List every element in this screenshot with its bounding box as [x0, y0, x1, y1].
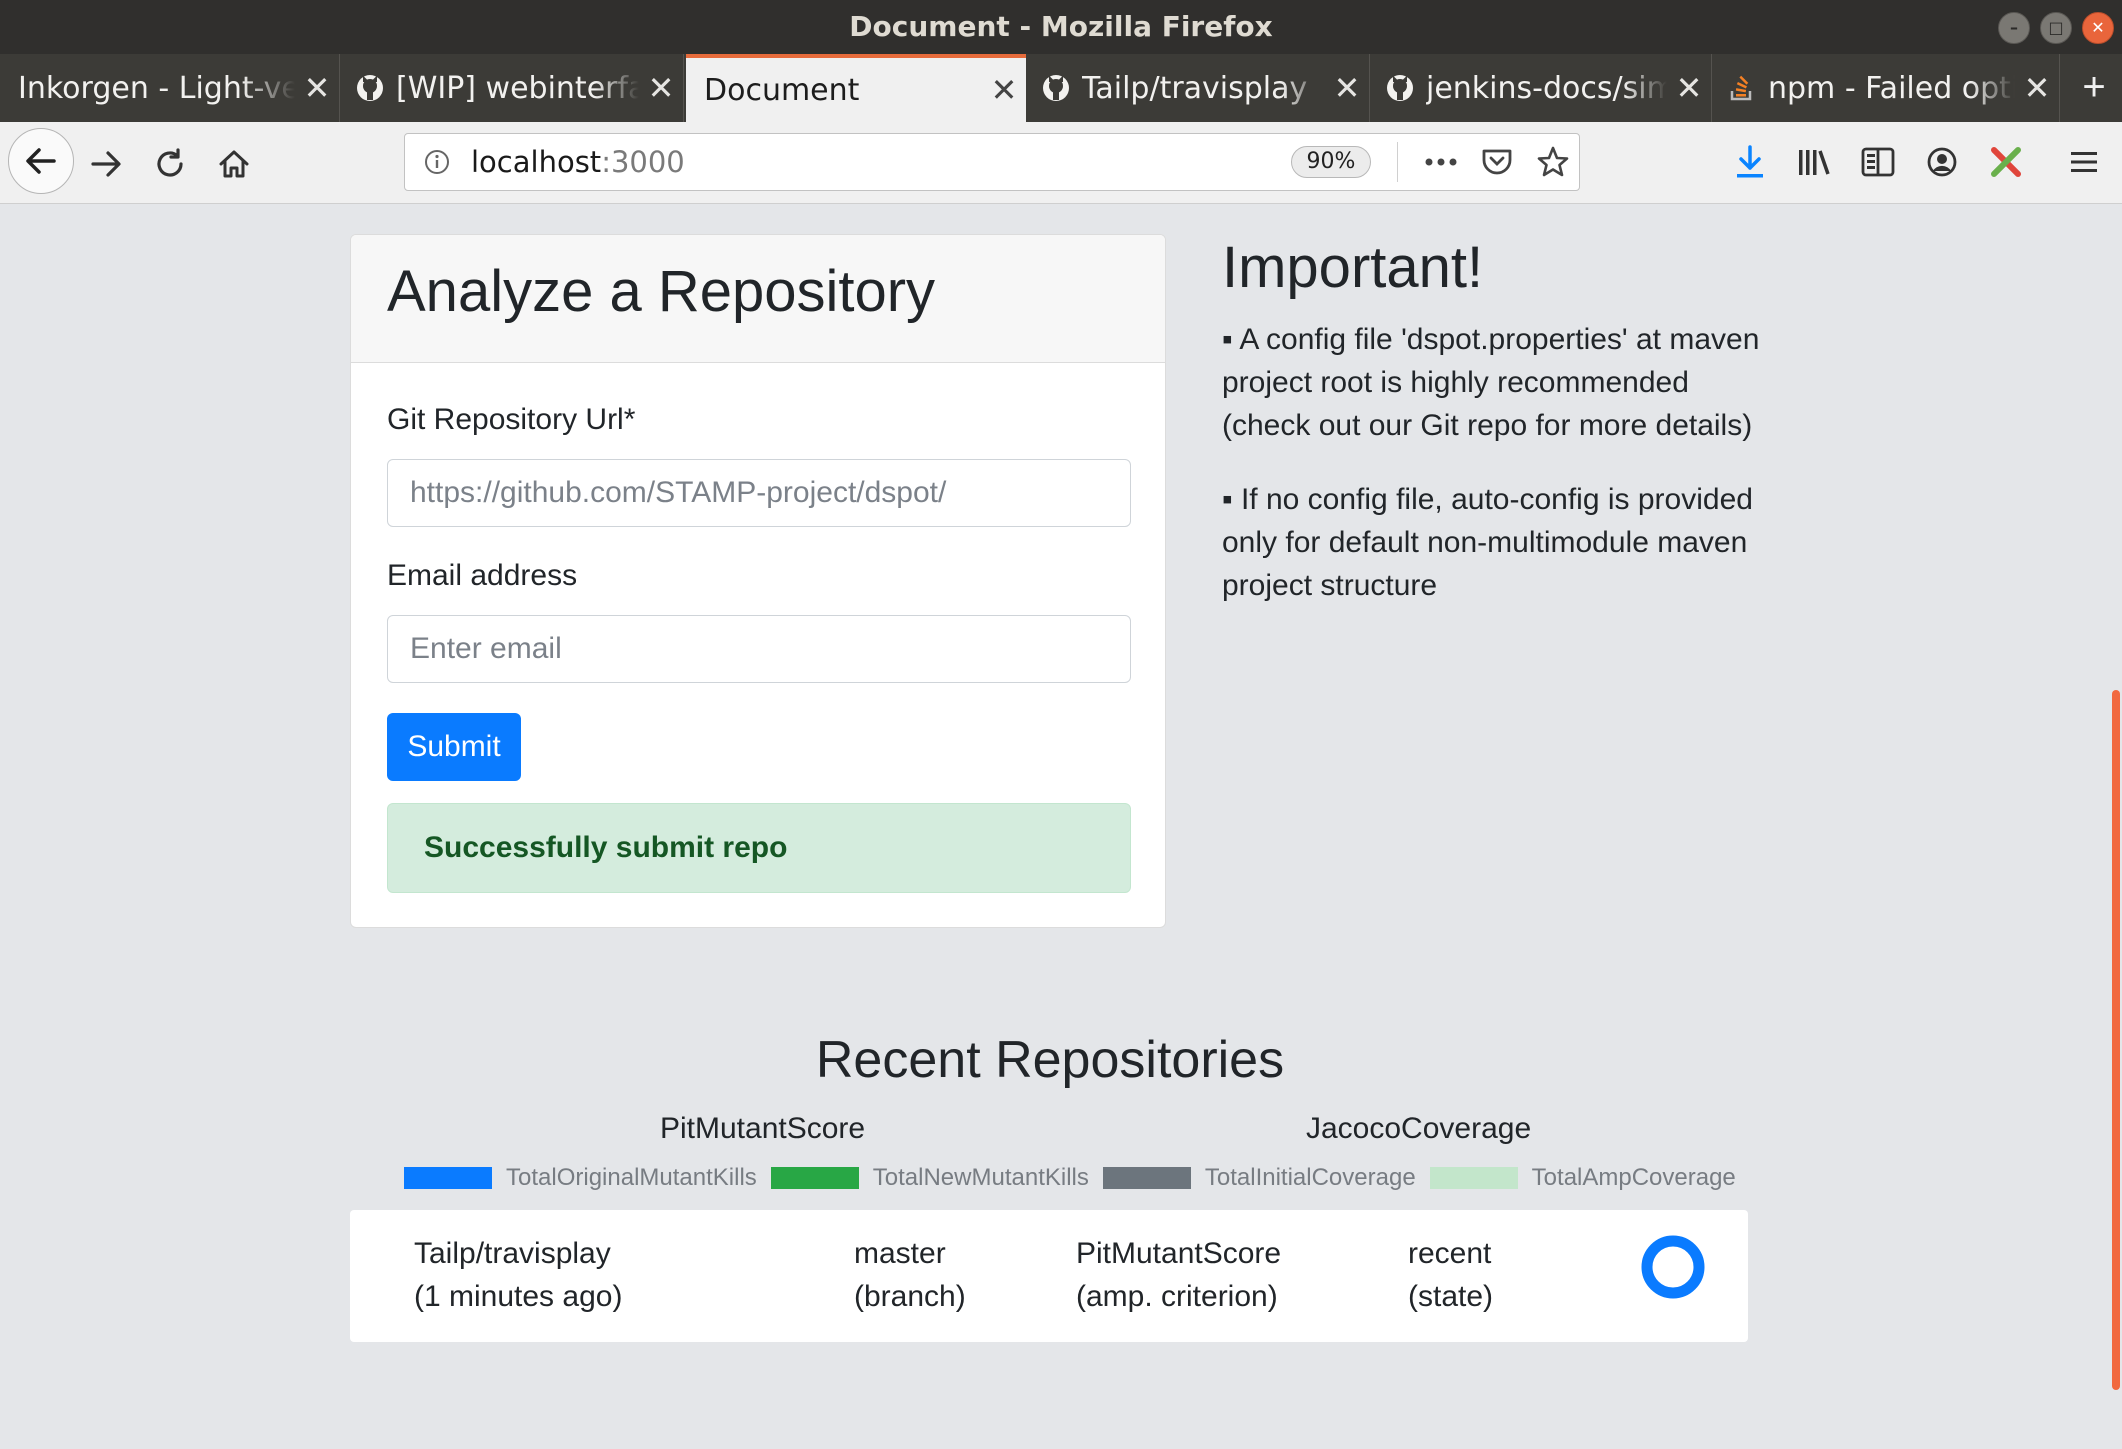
url-text[interactable]: localhost:3000	[471, 134, 685, 190]
legend-label: TotalInitialCoverage	[1204, 1164, 1416, 1191]
close-tab-icon[interactable]: ✕	[982, 71, 1026, 109]
repo-url-input[interactable]	[387, 459, 1131, 527]
repo-state-caption: (state)	[1408, 1280, 1494, 1313]
recent-repositories-heading: Recent Repositories	[815, 1031, 1285, 1089]
tab-label: Tailp/travisplay	[1082, 70, 1308, 106]
legend-swatch-initial-coverage[interactable]	[1102, 1167, 1191, 1189]
close-window-icon[interactable]: ✕	[2082, 12, 2114, 44]
zoom-level-badge[interactable]: 90%	[1291, 146, 1371, 178]
legend-label: TotalAmpCoverage	[1531, 1164, 1736, 1191]
repo-branch-caption: (branch)	[854, 1280, 966, 1313]
library-icon[interactable]	[1794, 142, 1834, 182]
tab-label: Inkorgen - Light-version	[18, 70, 295, 106]
legend-label: TotalOriginalMutantKills	[506, 1164, 757, 1191]
bookmark-star-icon[interactable]	[1533, 144, 1573, 180]
tab-webinterface[interactable]: [WIP] webinterface ✕	[342, 54, 684, 122]
extension-icon[interactable]	[1986, 142, 2026, 182]
close-tab-icon[interactable]: ✕	[1667, 69, 1711, 107]
legend-label: TotalNewMutantKills	[872, 1164, 1089, 1191]
repo-state: recent	[1408, 1237, 1492, 1270]
legend-swatch-amp-coverage[interactable]	[1429, 1167, 1518, 1189]
tab-label: Document	[704, 72, 860, 108]
important-note-autoconfig: ▪ If no config file, auto-config is prov…	[1222, 483, 1753, 602]
maximize-icon[interactable]: □	[2040, 12, 2072, 44]
jacoco-coverage-title: JacocoCoverage	[1306, 1112, 1532, 1145]
legend-swatch-original-kills[interactable]	[404, 1167, 492, 1189]
stackoverflow-icon	[1726, 72, 1758, 104]
tab-document[interactable]: Document ✕	[686, 54, 1026, 122]
url-port: :3000	[601, 145, 685, 179]
legend-swatch-new-kills[interactable]	[770, 1167, 859, 1189]
repository-row[interactable]: Tailp/travisplay (1 minutes ago) master …	[350, 1210, 1748, 1342]
page-scrollbar-thumb[interactable]	[2112, 690, 2120, 1390]
window-title-bar: Document - Mozilla Firefox – □ ✕	[0, 0, 2122, 54]
repo-url-label: Git Repository Url*	[387, 403, 636, 436]
minimize-icon[interactable]: –	[1998, 12, 2030, 44]
url-host: localhost	[471, 145, 602, 179]
repo-name-cell: Tailp/travisplay (1 minutes ago)	[414, 1232, 622, 1318]
close-tab-icon[interactable]: ✕	[2015, 69, 2059, 107]
repo-criterion-cell: PitMutantScore (amp. criterion)	[1076, 1232, 1281, 1318]
back-arrow-icon	[26, 148, 56, 174]
tab-travisplay[interactable]: Tailp/travisplay ✕	[1028, 54, 1370, 122]
close-tab-icon[interactable]: ✕	[1325, 69, 1369, 107]
reload-icon[interactable]	[150, 144, 190, 184]
page-actions-icon[interactable]	[1421, 144, 1461, 180]
github-icon	[1040, 72, 1072, 104]
submit-button[interactable]: Submit	[387, 713, 521, 781]
important-heading: Important!	[1222, 235, 1484, 300]
success-alert: Successfully submit repo	[387, 803, 1131, 893]
downloads-icon[interactable]	[1730, 142, 1770, 182]
forward-arrow-icon[interactable]	[86, 144, 126, 184]
repo-branch: master	[854, 1237, 946, 1270]
chart-legend: TotalOriginalMutantKills TotalNewMutantK…	[404, 1164, 1750, 1192]
menu-hamburger-icon[interactable]	[2064, 142, 2104, 182]
close-tab-icon[interactable]: ✕	[295, 69, 339, 107]
navigation-toolbar: localhost:3000 90%	[0, 122, 2122, 204]
github-icon	[354, 72, 386, 104]
repo-criterion-caption: (amp. criterion)	[1076, 1280, 1278, 1313]
close-tab-icon[interactable]: ✕	[639, 69, 683, 107]
repo-state-cell: recent (state)	[1408, 1232, 1493, 1318]
analyze-repository-card: Analyze a Repository Git Repository Url*…	[350, 234, 1166, 928]
tab-inkorgen[interactable]: Inkorgen - Light-version ✕	[0, 54, 340, 122]
repo-time: (1 minutes ago)	[414, 1280, 623, 1313]
repo-criterion: PitMutantScore	[1076, 1237, 1282, 1270]
tab-jenkins-docs[interactable]: jenkins-docs/simple ✕	[1372, 54, 1712, 122]
window-title: Document - Mozilla Firefox	[849, 10, 1273, 43]
tab-strip: Inkorgen - Light-version ✕ [WIP] webinte…	[0, 54, 2122, 122]
email-label: Email address	[387, 559, 578, 592]
important-note-config: ▪ A config file 'dspot.properties' at ma…	[1222, 323, 1760, 442]
site-info-icon[interactable]	[421, 146, 453, 178]
url-bar[interactable]: localhost:3000 90%	[404, 133, 1580, 191]
tab-npm[interactable]: npm - Failed optional ✕	[1714, 54, 2060, 122]
repo-branch-cell: master (branch)	[854, 1232, 966, 1318]
sidebar-icon[interactable]	[1858, 142, 1898, 182]
home-icon[interactable]	[214, 144, 254, 184]
repo-name[interactable]: Tailp/travisplay	[414, 1232, 622, 1275]
pocket-icon[interactable]	[1477, 144, 1517, 180]
url-separator	[1397, 142, 1398, 182]
back-button[interactable]	[8, 128, 74, 194]
email-input[interactable]	[387, 615, 1131, 683]
tab-label: jenkins-docs/simple	[1426, 70, 1667, 106]
github-icon	[1384, 72, 1416, 104]
pit-mutant-score-title: PitMutantScore	[660, 1112, 866, 1145]
tab-label: [WIP] webinterface	[396, 70, 639, 106]
status-donut-icon[interactable]	[1640, 1234, 1706, 1300]
card-title: Analyze a Repository	[351, 235, 1165, 363]
new-tab-button[interactable]: +	[2066, 54, 2122, 122]
account-icon[interactable]	[1922, 142, 1962, 182]
tab-label: npm - Failed optional	[1768, 70, 2015, 106]
